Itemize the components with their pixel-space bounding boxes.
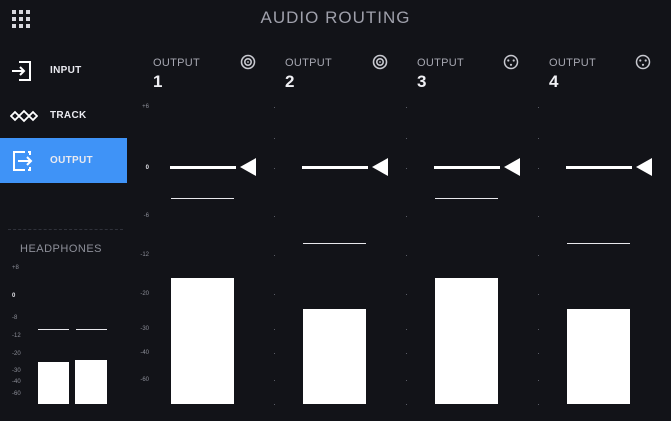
level-meter-bar [435, 278, 498, 404]
headphones-scale-label: 0 [12, 293, 16, 299]
sidebar-item-label: INPUT [50, 65, 82, 76]
scale-dot [274, 138, 275, 139]
level-scale-label: -60 [140, 377, 149, 383]
peak-indicator [171, 198, 234, 199]
scale-dot [406, 404, 407, 405]
scale-dot [538, 216, 539, 217]
scale-dot [274, 294, 275, 295]
fader-line[interactable] [434, 166, 500, 169]
scale-dot [406, 353, 407, 354]
scale-dot [406, 107, 407, 108]
level-scale-label: -40 [140, 350, 149, 356]
sidebar: INPUT TRACK OUTPUT [0, 48, 127, 183]
fader-handle[interactable] [240, 158, 256, 176]
peak-indicator [303, 243, 366, 244]
scale-dot [274, 329, 275, 330]
output-number: 4 [549, 72, 559, 91]
fader-line[interactable] [566, 166, 632, 169]
scale-dot [406, 168, 407, 169]
speaker-icon[interactable] [240, 54, 256, 70]
headphones-scale-label: -20 [12, 351, 21, 357]
fader-line[interactable] [302, 166, 368, 169]
scale-dot [538, 168, 539, 169]
scale-dot [274, 107, 275, 108]
peak-indicator [567, 243, 630, 244]
peak-indicator [435, 198, 498, 199]
scale-dot [538, 255, 539, 256]
scale-dot [406, 255, 407, 256]
sidebar-item-label: TRACK [50, 110, 87, 121]
scale-dot [406, 380, 407, 381]
level-scale-label: -6 [143, 213, 149, 219]
scale-dot [538, 329, 539, 330]
page-title: AUDIO ROUTING [260, 8, 411, 27]
scale-dot [406, 138, 407, 139]
scale-dot [274, 255, 275, 256]
output-number: 2 [285, 72, 295, 91]
headphones-title: HEADPHONES [20, 243, 103, 255]
scale-dot [406, 294, 407, 295]
speaker-icon[interactable] [372, 54, 388, 70]
top-bar: AUDIO ROUTING [0, 0, 671, 38]
output-label: OUTPUT [417, 57, 465, 69]
level-scale-label: +6 [142, 104, 149, 110]
output-label: OUTPUT [153, 57, 201, 69]
headphones-meter-left [38, 362, 69, 404]
headphones-scale-label: -60 [12, 391, 21, 397]
scale-dot [538, 404, 539, 405]
level-scale-label: 0 [145, 165, 149, 171]
scale-dot [538, 380, 539, 381]
sidebar-item-input[interactable]: INPUT [0, 48, 127, 93]
scale-dot [274, 404, 275, 405]
headphones-scale-label: -30 [12, 368, 21, 374]
headphones-scale-label: +8 [12, 265, 19, 271]
level-scale-label: -12 [140, 252, 149, 258]
level-meter-bar [171, 278, 234, 404]
headphones-peak-left [38, 329, 69, 330]
level-meter-bar [303, 309, 366, 404]
headphones-meter-right [75, 360, 107, 404]
headphones-scale-label: -12 [12, 333, 21, 339]
fader-handle[interactable] [636, 158, 652, 176]
scale-dot [538, 353, 539, 354]
scale-dot [274, 216, 275, 217]
output-label: OUTPUT [285, 57, 333, 69]
sidebar-item-label: OUTPUT [50, 155, 93, 166]
output-number: 1 [153, 72, 163, 91]
fader-handle[interactable] [372, 158, 388, 176]
scale-dot [274, 380, 275, 381]
xlr-connector-icon[interactable] [503, 54, 519, 70]
sidebar-item-output[interactable]: OUTPUT [0, 138, 127, 183]
headphones-scale-label: -40 [12, 379, 21, 385]
level-scale-label: -20 [140, 291, 149, 297]
scale-dot [274, 353, 275, 354]
input-arrow-icon [12, 61, 31, 81]
scale-dot [406, 329, 407, 330]
headphones-scale-label: -8 [12, 315, 18, 321]
output-arrow-icon [13, 151, 33, 171]
output-label: OUTPUT [549, 57, 597, 69]
fader-handle[interactable] [504, 158, 520, 176]
headphones-peak-right [76, 329, 107, 330]
xlr-connector-icon[interactable] [635, 54, 651, 70]
scale-dot [538, 107, 539, 108]
sidebar-item-track[interactable]: TRACK [0, 93, 127, 138]
divider [8, 229, 123, 230]
scale-dot [538, 294, 539, 295]
scale-dot [274, 168, 275, 169]
fader-line[interactable] [170, 166, 236, 169]
output-number: 3 [417, 72, 427, 91]
scale-dot [538, 138, 539, 139]
level-meter-bar [567, 309, 630, 404]
scale-dot [406, 216, 407, 217]
track-waveform-icon [10, 109, 38, 123]
level-scale-label: -30 [140, 326, 149, 332]
